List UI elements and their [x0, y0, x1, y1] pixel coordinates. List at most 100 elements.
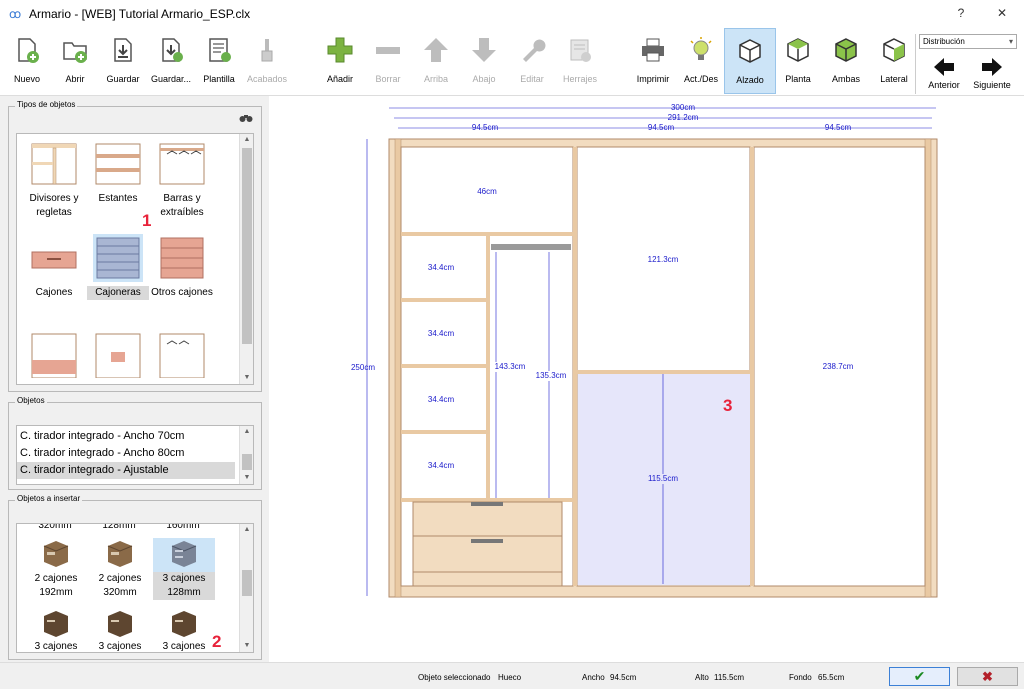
- type-dividers-tile[interactable]: Divisores y regletas: [23, 140, 85, 220]
- save-icon: [114, 38, 132, 62]
- drawer-box-image: [31, 538, 81, 568]
- insert-scrollbar[interactable]: ▲ ▼: [239, 524, 253, 652]
- list-item[interactable]: C. tirador integrado - Ancho 80cm: [17, 445, 235, 462]
- dim-rail-h2: 135.3cm: [534, 371, 568, 381]
- printer-icon: [642, 38, 664, 62]
- window-title: Armario - [WEB] Tutorial Armario_ESP.clx: [29, 7, 251, 21]
- cube-side-icon: [883, 38, 905, 62]
- scroll-down-icon[interactable]: ▼: [240, 472, 253, 484]
- close-button[interactable]: ✕: [992, 6, 1012, 20]
- objects-scrollbar[interactable]: ▲ ▼: [239, 426, 253, 484]
- type-chest-of-drawers-tile[interactable]: Cajoneras: [87, 234, 149, 300]
- width-value: 94.5cm: [610, 673, 637, 682]
- marker-1: 1: [142, 211, 152, 230]
- template-button[interactable]: Plantilla: [193, 28, 245, 94]
- app-icon: ꝏ: [9, 7, 22, 21]
- depth-label: Fondo: [789, 673, 812, 682]
- rails-image: [157, 140, 207, 188]
- drawers-image: [29, 234, 79, 282]
- dim-col3: 94.5cm: [824, 123, 852, 132]
- objects-group: Objetos C. tirador integrado - Ancho 70c…: [8, 396, 262, 490]
- hardware-button[interactable]: Herrajes: [554, 28, 606, 94]
- insert-3-drawers-b[interactable]: 3 cajones: [89, 608, 151, 652]
- type-tile-row3-2[interactable]: [87, 330, 149, 382]
- arrow-up-icon: [424, 38, 448, 62]
- dividers-image: [29, 140, 79, 188]
- type-other-drawers-tile[interactable]: Otros cajones: [151, 234, 213, 300]
- list-item[interactable]: C. tirador integrado - Ajustable: [17, 462, 235, 479]
- object-types-group: Tipos de objetos Divisores y regletas Es…: [8, 100, 262, 392]
- next-button[interactable]: Siguiente: [966, 50, 1018, 94]
- distribution-select[interactable]: Distribución ▾: [919, 34, 1017, 49]
- open-button[interactable]: Abrir: [49, 28, 101, 94]
- selected-object-value: Hueco: [498, 673, 522, 682]
- marker-3: 3: [723, 396, 733, 415]
- type-rails-tile[interactable]: Barras y extraíbles: [151, 140, 213, 220]
- save-as-button[interactable]: Guardar...: [145, 28, 197, 94]
- cube-both-icon: [835, 38, 857, 62]
- scroll-up-icon[interactable]: ▲: [240, 524, 253, 536]
- delete-button[interactable]: Borrar: [362, 28, 414, 94]
- new-file-icon: [18, 38, 39, 63]
- finishes-button[interactable]: Acabados: [241, 28, 293, 94]
- objects-list: C. tirador integrado - Ancho 70cm C. tir…: [16, 425, 254, 485]
- list-item[interactable]: C. tirador integrado - Ancho 70cm: [17, 428, 235, 445]
- scroll-down-icon[interactable]: ▼: [240, 372, 253, 384]
- up-button[interactable]: Arriba: [410, 28, 462, 94]
- insert-3-drawers-c[interactable]: 3 cajones: [153, 608, 215, 652]
- selected-object-label: Objeto seleccionado: [418, 673, 491, 682]
- close-icon: ✖: [982, 669, 993, 684]
- both-view-button[interactable]: Ambas: [820, 28, 872, 94]
- marker-2: 2: [212, 632, 222, 651]
- chest-image: [93, 234, 143, 282]
- insert-2-drawers-192[interactable]: 2 cajones 192mm: [25, 538, 87, 600]
- insert-objects-group: Objetos a insertar 320mm 128mm 160mm 2 c…: [8, 494, 262, 660]
- add-button[interactable]: Añadir: [314, 28, 366, 94]
- insert-3-drawers-128[interactable]: 3 cajones 128mm: [153, 538, 215, 600]
- save-as-icon: [162, 38, 183, 62]
- template-icon: [209, 38, 231, 62]
- dim-mid-top: 121.3cm: [647, 255, 679, 264]
- object-types-scrollbar[interactable]: ▲ ▼: [239, 134, 253, 384]
- brush-icon: [261, 39, 273, 62]
- design-canvas[interactable]: 300cm 291.2cm 94.5cm 94.5cm 94.5cm 250cm…: [269, 96, 1024, 662]
- edit-button[interactable]: Editar: [506, 28, 558, 94]
- new-button[interactable]: Nuevo: [1, 28, 53, 94]
- insert-3-drawers-a[interactable]: 3 cajones: [25, 608, 87, 652]
- plan-view-button[interactable]: Planta: [772, 28, 824, 94]
- type-drawers-tile[interactable]: Cajones: [23, 234, 85, 300]
- height-value: 115.5cm: [714, 673, 745, 682]
- dim-inner: 291.2cm: [667, 113, 699, 122]
- cube-front-icon: [739, 39, 761, 63]
- insert-2-drawers-320[interactable]: 2 cajones 320mm: [89, 538, 151, 600]
- hardware-icon: [570, 39, 591, 62]
- drawer-box-image: [159, 538, 209, 568]
- binoculars-icon[interactable]: [239, 113, 253, 123]
- arrow-right-icon: [982, 58, 1002, 76]
- scroll-up-icon[interactable]: ▲: [240, 426, 253, 438]
- save-button[interactable]: Guardar: [97, 28, 149, 94]
- height-label: Alto: [695, 673, 709, 682]
- type-tile-row3-3[interactable]: [151, 330, 213, 382]
- elevation-view-button[interactable]: Alzado: [724, 28, 776, 94]
- dim-col1: 94.5cm: [471, 123, 499, 132]
- scroll-down-icon[interactable]: ▼: [240, 640, 253, 652]
- help-button[interactable]: ?: [951, 6, 971, 20]
- ok-button[interactable]: ✔: [889, 667, 950, 686]
- title-bar: ꝏ Armario - [WEB] Tutorial Armario_ESP.c…: [0, 0, 1024, 28]
- width-label: Ancho: [582, 673, 605, 682]
- dim-top-left: 46cm: [477, 187, 497, 196]
- other-drawers-image: [157, 234, 207, 282]
- type-shelves-tile[interactable]: Estantes: [87, 140, 149, 206]
- dim-total: 300cm: [670, 103, 695, 112]
- dim-box2: 34.4cm: [427, 329, 455, 338]
- scroll-up-icon[interactable]: ▲: [240, 134, 253, 146]
- dim-box1: 34.4cm: [427, 263, 455, 272]
- cancel-button[interactable]: ✖: [957, 667, 1018, 686]
- check-icon: ✔: [913, 668, 926, 684]
- down-button[interactable]: Abajo: [458, 28, 510, 94]
- plus-icon: [327, 37, 353, 63]
- depth-value: 65.5cm: [818, 673, 845, 682]
- type-tile-row3-1[interactable]: [23, 330, 85, 382]
- print-button[interactable]: Imprimir: [627, 28, 679, 94]
